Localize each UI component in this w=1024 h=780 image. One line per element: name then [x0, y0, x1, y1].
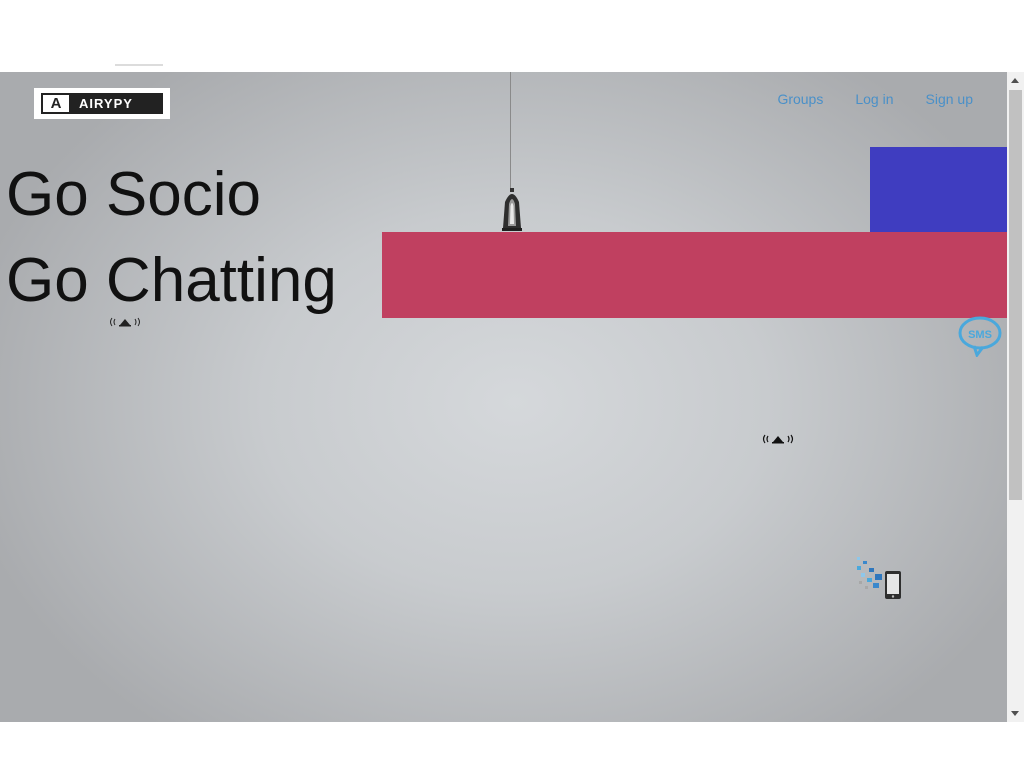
hero-line-2: Go Chatting	[6, 246, 337, 315]
page-viewport: A AIRYPY Groups Log in Sign up Go Socio …	[0, 72, 1007, 722]
nav-signup-link[interactable]: Sign up	[926, 91, 973, 107]
browser-bottom-area	[0, 722, 1024, 780]
browser-top-area	[0, 0, 1024, 72]
phone-message-icon	[855, 555, 903, 606]
sms-bubble-icon: SMS	[957, 315, 1003, 362]
broadcast-icon	[109, 315, 141, 333]
nav-login-link[interactable]: Log in	[855, 91, 893, 107]
nav-groups-link[interactable]: Groups	[777, 91, 823, 107]
vertical-scrollbar[interactable]	[1007, 72, 1024, 722]
red-block	[382, 232, 1007, 318]
hero-heading: Go Socio Go Chatting	[6, 152, 337, 324]
logo-mark: A	[43, 95, 69, 112]
brand-logo[interactable]: A AIRYPY	[34, 88, 170, 119]
logo-mark-letter: A	[50, 95, 62, 112]
broadcast-icon	[762, 432, 794, 450]
top-divider	[115, 64, 163, 66]
scroll-up-arrow[interactable]	[1011, 78, 1019, 83]
sms-bubble-label: SMS	[968, 329, 992, 341]
lamp-icon	[497, 188, 527, 237]
logo-text: AIRYPY	[79, 96, 133, 111]
logo-bar: A AIRYPY	[41, 93, 163, 114]
top-nav: Groups Log in Sign up	[777, 91, 973, 107]
lamp-cord	[510, 72, 511, 190]
hero-line-1: Go Socio	[6, 160, 262, 229]
blue-block	[870, 147, 1007, 233]
scroll-down-arrow[interactable]	[1011, 711, 1019, 716]
scrollbar-thumb[interactable]	[1009, 90, 1022, 500]
